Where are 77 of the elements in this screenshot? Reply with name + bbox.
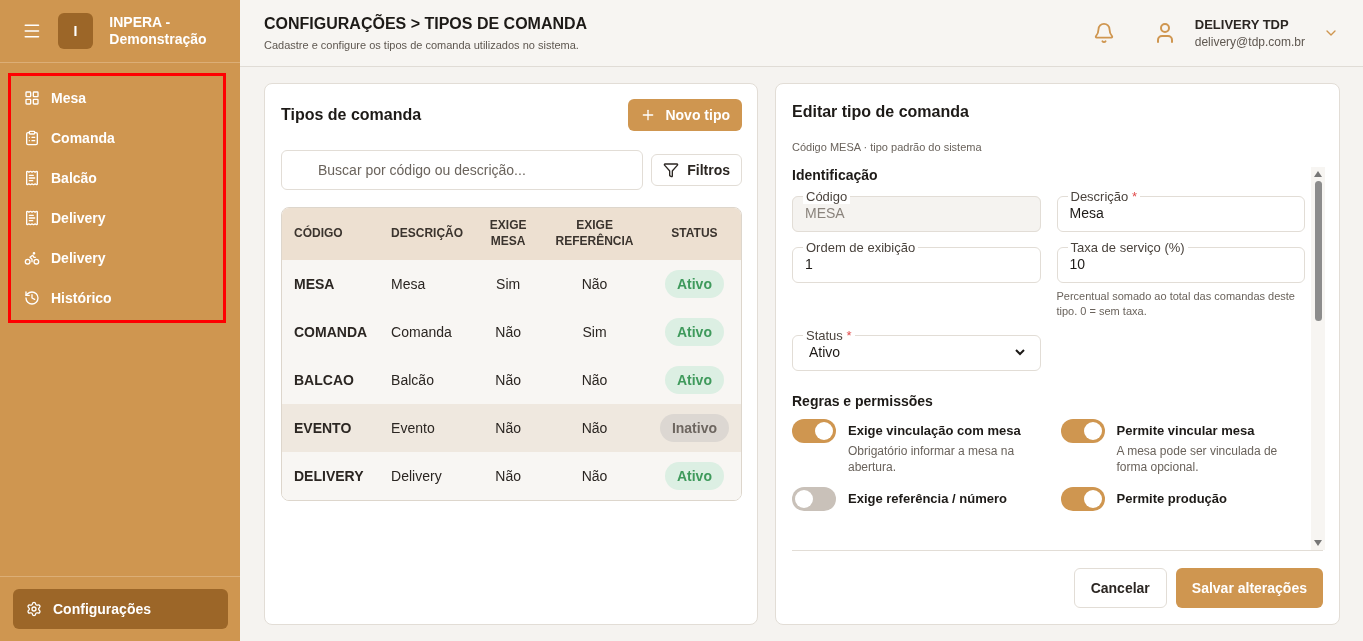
table-cell: DELIVERY — [282, 452, 380, 500]
toggle-description: A mesa pode ser vinculada de forma opcional. — [1116, 442, 1279, 476]
text-field[interactable]: Descrição * Mesa — [1056, 189, 1305, 232]
table-cell: Não — [541, 356, 648, 404]
grid-icon — [24, 90, 40, 106]
status-badge: Ativo — [664, 270, 724, 298]
table-cell: Não — [541, 452, 648, 500]
toggle-switch[interactable] — [792, 418, 836, 443]
status-badge: Ativo — [664, 462, 724, 490]
toggle-label: Exige referência / número — [848, 491, 1007, 507]
table-cell: Não — [541, 260, 648, 308]
text-field[interactable]: Taxa de serviço (%) 10 — [1056, 240, 1305, 283]
column-header: STATUS — [647, 208, 741, 260]
status-badge: Ativo — [664, 318, 724, 346]
logo: I — [57, 13, 94, 49]
filter-button[interactable]: Filtros — [651, 154, 742, 186]
notification-icon[interactable] — [1092, 22, 1115, 44]
user-name: DELIVERY TDP — [1194, 17, 1290, 32]
toggle-label: Exige vinculação com mesa — [848, 422, 1022, 438]
card-title: Editar tipo de comanda — [792, 103, 970, 121]
table-cell: Sim — [541, 308, 648, 356]
field-value[interactable]: 10 — [1069, 256, 1292, 272]
table-cell: Não — [475, 452, 542, 500]
select-value[interactable]: Ativo — [805, 342, 1028, 361]
user-email: delivery@tdp.com.br — [1194, 35, 1305, 49]
table-cell: Não — [475, 356, 542, 404]
receipt-icon — [24, 170, 40, 186]
search-field[interactable]: Buscar por código ou descrição... — [281, 150, 644, 190]
sidebar-item[interactable]: Configurações — [13, 589, 228, 629]
toggle-switch[interactable] — [1060, 418, 1105, 443]
field-hint: Percentual somado ao total das comandas deste tipo. 0 = sem taxa. — [1056, 289, 1296, 320]
status-badge: Inativo — [659, 414, 729, 442]
filter-icon — [663, 162, 680, 178]
card-subtitle: Código MESA · tipo padrão do sistema — [792, 141, 983, 153]
table-cell: Delivery — [379, 452, 476, 500]
field-value[interactable]: 1 — [805, 256, 1028, 272]
clipboard-icon — [24, 130, 40, 146]
card-title: Tipos de comanda — [281, 106, 422, 124]
bike-icon — [24, 250, 40, 266]
table-cell: COMANDA — [282, 308, 380, 356]
menu-icon[interactable] — [22, 21, 42, 41]
history-icon — [24, 290, 40, 306]
column-header: CÓDIGO — [282, 208, 380, 260]
cancel-button[interactable]: Cancelar — [1073, 568, 1167, 608]
table-cell: MESA — [282, 260, 380, 308]
section-title: Regras e permissões — [792, 392, 934, 409]
scroll-up-icon[interactable] — [1314, 171, 1322, 177]
page-subtitle: Cadastre e configure os tipos de comanda utilizados no sistema. — [264, 39, 580, 51]
table-cell: Sim — [475, 260, 542, 308]
receipt-icon — [24, 210, 40, 226]
text-field[interactable]: Ordem de exibição 1 — [792, 240, 1041, 283]
status-badge: Ativo — [664, 366, 724, 394]
scrollbar[interactable] — [1311, 167, 1325, 550]
table-cell: Não — [475, 308, 542, 356]
toggle-label: Permite produção — [1116, 491, 1228, 507]
toggle-switch[interactable] — [1060, 487, 1105, 512]
column-header: DESCRIÇÃO — [379, 208, 476, 260]
toggle-description: Obrigatório informar a mesa na abertura. — [848, 442, 1016, 476]
table-cell: Evento — [379, 404, 476, 452]
scroll-thumb[interactable] — [1314, 181, 1322, 321]
settings-icon — [26, 601, 42, 617]
page-title: CONFIGURAÇÕES > TIPOS DE COMANDA — [264, 15, 588, 33]
column-header: EXIGE REFERÊNCIA — [541, 208, 648, 260]
table-cell: EVENTO — [282, 404, 380, 452]
table-cell: Balcão — [379, 356, 476, 404]
scroll-down-icon[interactable] — [1314, 540, 1322, 546]
table-cell: Não — [541, 404, 648, 452]
table-cell: Não — [475, 404, 542, 452]
table-cell: Comanda — [379, 308, 476, 356]
table-cell: Mesa — [379, 260, 476, 308]
brand-name: INPERA - Demonstração — [109, 14, 208, 48]
field-value[interactable]: Mesa — [1069, 205, 1292, 221]
section-title: Identificação — [792, 167, 879, 183]
column-header: EXIGE MESA — [475, 208, 542, 260]
table-cell: BALCAO — [282, 356, 380, 404]
toggle-switch[interactable] — [792, 487, 836, 512]
toggle-label: Permite vincular mesa — [1116, 422, 1256, 438]
